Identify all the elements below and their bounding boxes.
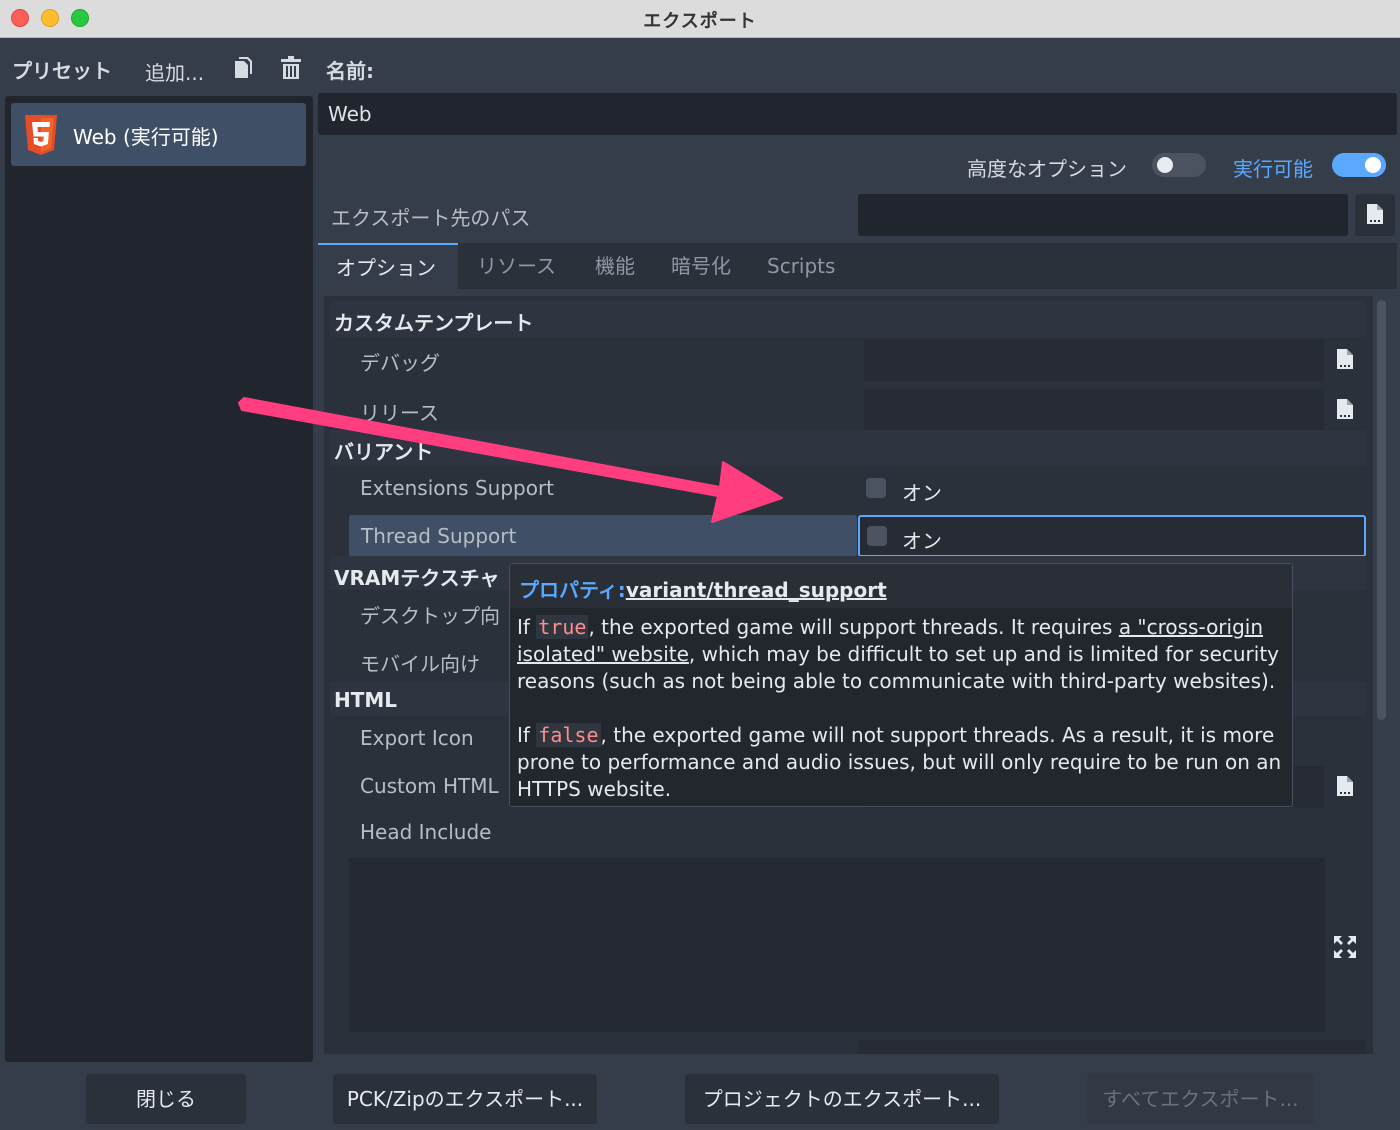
property-tooltip: プロパティ:variant/thread_support If true, th… — [509, 563, 1293, 807]
add-preset-button[interactable]: 追加... — [145, 57, 204, 86]
head-include-textarea[interactable] — [349, 858, 1325, 1032]
property-label: リリース — [360, 401, 439, 425]
export-all-button[interactable]: すべてエクスポート... — [1087, 1074, 1314, 1124]
thread-support-checkbox[interactable]: オン — [858, 515, 1366, 557]
toggle-knob — [1365, 157, 1381, 173]
duplicate-preset-button[interactable] — [230, 56, 256, 82]
property-head-include: Head Include — [330, 810, 1366, 856]
tooltip-property-path[interactable]: variant/thread_support — [626, 578, 887, 602]
tooltip-title-prefix: プロパティ: — [519, 578, 626, 602]
category-title: HTML — [334, 688, 398, 712]
property-label: Export Icon — [360, 726, 474, 750]
property-label: デバッグ — [360, 351, 440, 375]
export-pck-zip-button[interactable]: PCK/Zipのエクスポート... — [333, 1074, 597, 1124]
delete-preset-button[interactable] — [278, 56, 304, 82]
category-custom-template[interactable]: カスタムテンプレート — [330, 301, 1366, 337]
preset-item-web[interactable]: Web (実行可能) — [11, 103, 306, 166]
property-label: モバイル向け — [360, 652, 480, 676]
toggle-knob — [1157, 157, 1173, 173]
export-project-button[interactable]: プロジェクトのエクスポート... — [685, 1074, 999, 1124]
export-path-label: エクスポート先のパス — [331, 206, 531, 230]
title-bar: エクスポート — [0, 0, 1400, 38]
export-dialog: エクスポート プリセット 追加... 名前: Web (実行可能) Web 高度… — [0, 0, 1400, 1130]
runnable-label: 実行可能 — [1233, 157, 1313, 181]
release-template-browse-button[interactable] — [1325, 389, 1365, 431]
export-path-browse-button[interactable] — [1355, 194, 1395, 236]
property-label: Custom HTML — [360, 774, 499, 798]
presets-label: プリセット — [12, 59, 112, 83]
property-extensions-support: Extensions Support オン — [330, 466, 1366, 512]
preset-label: Web (実行可能) — [73, 125, 219, 149]
window-title: エクスポート — [643, 11, 757, 32]
advanced-options-toggle[interactable] — [1152, 153, 1206, 177]
tooltip-paragraph-2: If false, the exported game will not sup… — [517, 722, 1287, 803]
debug-template-browse-button[interactable] — [1325, 339, 1365, 381]
runnable-toggle[interactable] — [1332, 153, 1386, 177]
tooltip-title: プロパティ:variant/thread_support — [519, 574, 887, 603]
release-template-input[interactable] — [864, 389, 1324, 431]
tooltip-paragraph-1: If true, the exported game will support … — [517, 614, 1287, 695]
custom-html-browse-button[interactable] — [1325, 766, 1365, 808]
tooltip-text: If — [517, 723, 537, 747]
duplicate-icon — [235, 57, 252, 78]
category-title: カスタムテンプレート — [334, 311, 534, 335]
tooltip-body: If true, the exported game will support … — [517, 614, 1287, 803]
checkbox-label: オン — [902, 529, 942, 553]
next-property-field[interactable] — [858, 1040, 1366, 1054]
tooltip-header: プロパティ:variant/thread_support — [510, 564, 1292, 608]
expand-icon[interactable] — [1333, 935, 1357, 959]
preset-name-value: Web — [328, 102, 372, 126]
close-button[interactable]: 閉じる — [86, 1074, 246, 1124]
code-false: false — [536, 723, 601, 747]
tab-bar: オプション リソース 機能 暗号化 Scripts — [318, 243, 1397, 289]
preset-list: Web (実行可能) — [5, 96, 313, 1062]
property-label: Thread Support — [361, 524, 517, 548]
extensions-support-checkbox[interactable]: オン — [864, 468, 1366, 510]
checkbox-box — [867, 526, 887, 546]
tooltip-text: , the exported game will not support thr… — [517, 723, 1282, 801]
property-label: Head Include — [360, 820, 492, 844]
tab-resources[interactable]: リソース — [477, 243, 556, 289]
name-label: 名前: — [326, 59, 374, 83]
property-thread-support: Thread Support オン — [330, 514, 1366, 560]
tab-encryption[interactable]: 暗号化 — [671, 243, 731, 289]
property-release: リリース — [330, 387, 1366, 433]
file-icon — [1367, 204, 1383, 224]
html5-icon — [25, 115, 57, 155]
tab-options[interactable]: オプション — [318, 243, 458, 289]
tooltip-text: If — [517, 615, 537, 639]
tab-features[interactable]: 機能 — [595, 243, 635, 289]
tooltip-text: , the exported game will support threads… — [588, 615, 1119, 639]
category-title: VRAMテクスチャ — [334, 566, 500, 590]
export-path-input[interactable] — [858, 194, 1348, 236]
advanced-options-label: 高度なオプション — [967, 157, 1127, 181]
checkbox-label: オン — [902, 481, 942, 505]
property-label: デスクトップ向 — [360, 604, 500, 628]
file-icon — [1337, 776, 1353, 796]
category-title: バリアント — [334, 440, 434, 464]
preset-name-input[interactable]: Web — [318, 93, 1397, 135]
checkbox-box — [866, 478, 886, 498]
property-label: Extensions Support — [360, 476, 555, 500]
tab-scripts[interactable]: Scripts — [767, 243, 835, 289]
code-true: true — [536, 615, 589, 639]
trash-icon — [281, 56, 301, 79]
debug-template-input[interactable] — [864, 339, 1324, 381]
property-debug: デバッグ — [330, 337, 1366, 383]
inspector-scrollbar[interactable] — [1377, 300, 1386, 720]
file-icon — [1337, 349, 1353, 369]
file-icon — [1337, 399, 1353, 419]
category-variant[interactable]: バリアント — [330, 430, 1366, 466]
